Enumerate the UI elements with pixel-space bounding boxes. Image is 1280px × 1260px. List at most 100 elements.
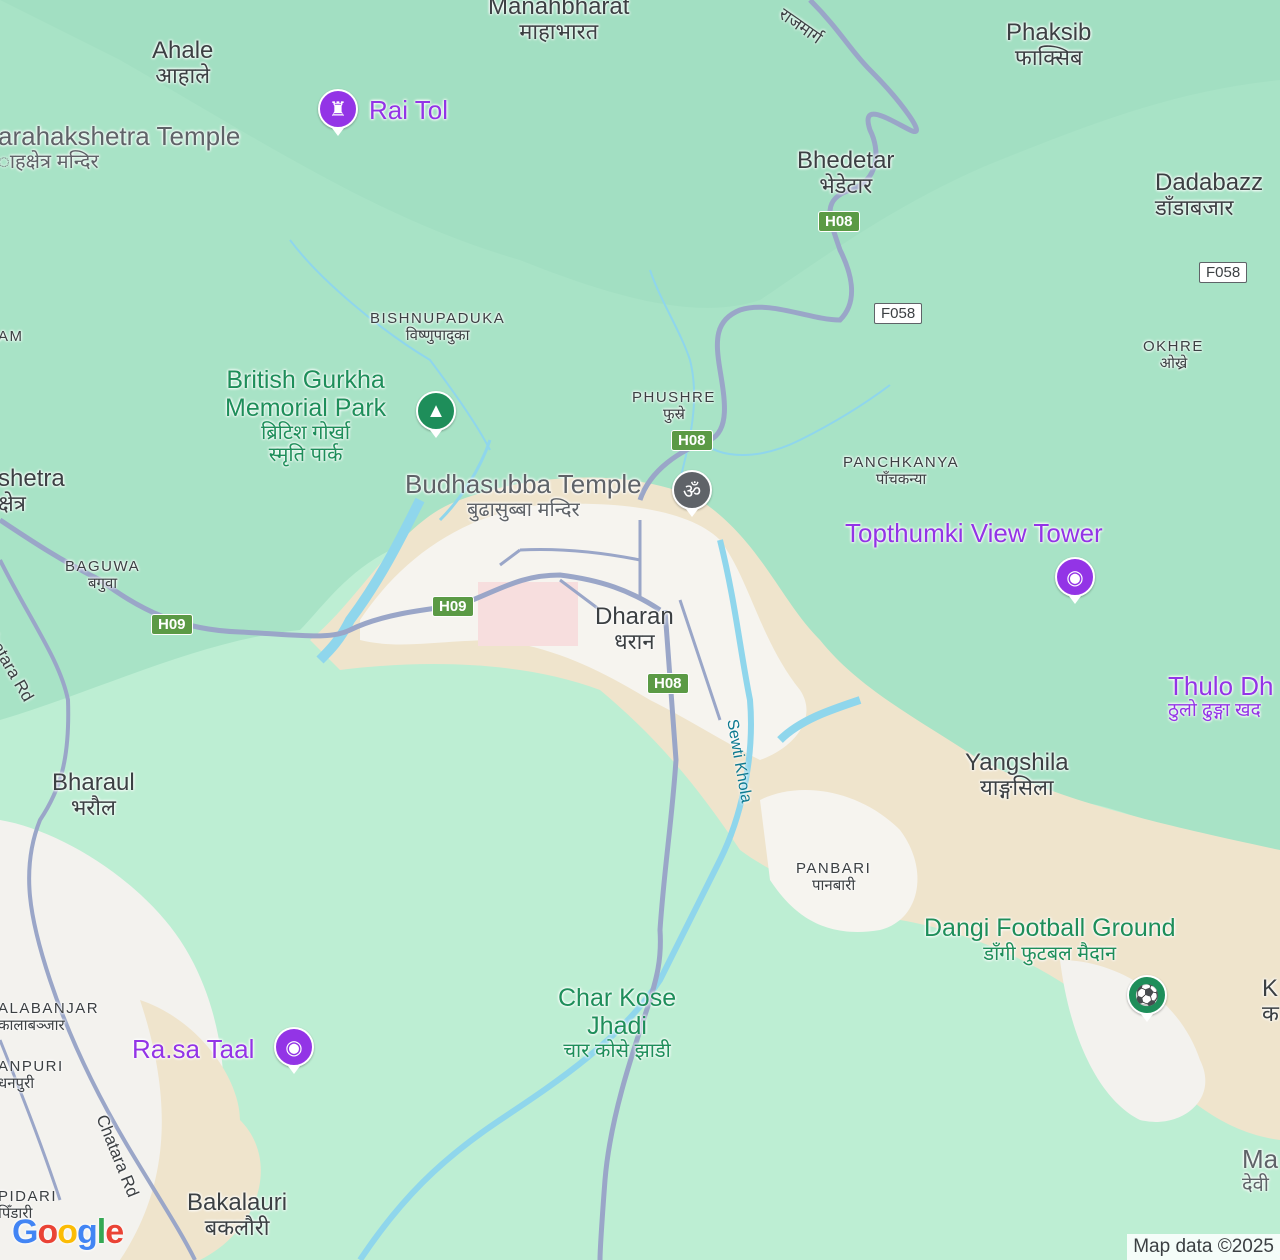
poi-label-mai[interactable]: Ma देवी xyxy=(1242,1145,1278,1196)
camera-icon: ◉ xyxy=(1066,566,1084,589)
locality-name-dev: फुस्रे xyxy=(663,405,685,423)
road-shield-f058: F058 xyxy=(874,303,923,324)
place-dadabazar: Dadabazz डाँडाबजार xyxy=(1155,169,1264,221)
poi-name: arahakshetra Temple xyxy=(0,121,241,151)
poi-label-budhasubba[interactable]: Budhasubba Temple बुढासुब्बा मन्दिर xyxy=(405,470,642,521)
poi-label-dangi-football[interactable]: Dangi Football Ground डाँगी फुटबल मैदान xyxy=(924,914,1176,965)
poi-name-dev: देवी xyxy=(1242,1173,1269,1196)
poi-name: Topthumki View Tower xyxy=(845,518,1103,548)
poi-name: Char Kose xyxy=(558,984,677,1012)
locality-name: PANCHKANYA xyxy=(843,454,960,471)
locality-panbari: PANBARI पानबारी xyxy=(796,860,872,894)
poi-name-dev: ठुलो ढुङ्गा खद xyxy=(1168,699,1261,721)
poi-label-thulo-dhunga[interactable]: Thulo Dh ठुलो ढुङ्गा खद xyxy=(1168,672,1274,721)
locality-name-dev: धनपुरी xyxy=(0,1074,35,1092)
camera-icon: ◉ xyxy=(285,1036,303,1059)
locality-name: PHUSHRE xyxy=(632,389,716,406)
road-shield-f058: F058 xyxy=(1199,262,1248,283)
map-attribution[interactable]: Map data ©2025 xyxy=(1127,1234,1280,1260)
place-kshetra: shetra क्षेत्र xyxy=(0,465,65,517)
highway-shield-h08: H08 xyxy=(818,211,860,232)
poi-label-char-kose[interactable]: Char Kose Jhadi चार कोसे झाडी xyxy=(558,984,677,1062)
locality-name: ANPURI xyxy=(0,1058,64,1075)
locality-phushre: PHUSHRE फुस्रे xyxy=(632,389,716,423)
poi-pin-rasa-taal[interactable]: ◉ xyxy=(274,1027,314,1074)
locality-name-dev: कालाबञ्जार xyxy=(0,1016,65,1034)
poi-label-gurkha-park[interactable]: British Gurkha Memorial Park ब्रिटिश गोर… xyxy=(225,366,387,466)
poi-name: Memorial Park xyxy=(225,393,387,422)
locality-name: PIDARI xyxy=(0,1188,58,1205)
tree-icon: ▲ xyxy=(426,399,446,422)
locality-baguwa: BAGUWA बगुवा xyxy=(65,558,141,592)
locality-panchkanya: PANCHKANYA पाँचकन्या xyxy=(843,454,960,488)
place-name-dev: माहाभारत xyxy=(519,19,599,45)
place-bharaul: Bharaul भरौल xyxy=(52,769,135,821)
om-icon: ॐ xyxy=(682,480,702,503)
poi-name-dev: ब्रिटिश गोर्खा xyxy=(261,422,351,444)
poi-pin-gurkha-park[interactable]: ▲ xyxy=(416,391,456,438)
locality-name-dev: विष्णुपादुका xyxy=(405,326,470,344)
locality-name: ALABANJAR xyxy=(0,1000,100,1017)
poi-name: Ma xyxy=(1242,1144,1279,1174)
poi-name-dev: बुढासुब्बा मन्दिर xyxy=(466,498,580,521)
locality-name: PANBARI xyxy=(796,860,872,877)
locality-am: AM xyxy=(0,328,24,346)
poi-name: British Gurkha xyxy=(226,366,385,394)
place-name-dev: आहाले xyxy=(155,63,211,89)
place-manahbharat: Manahbharat माहाभारत xyxy=(488,0,629,45)
locality-name-dev: पानबारी xyxy=(812,876,856,894)
poi-pin-rai-tol[interactable]: ♜ xyxy=(318,89,358,136)
poi-pin-topthumki[interactable]: ◉ xyxy=(1055,557,1095,604)
place-name-dev: क्षेत्र xyxy=(0,491,26,517)
highway-shield-h08: H08 xyxy=(671,430,713,451)
stadium-icon: ⚽ xyxy=(1134,984,1160,1007)
locality-name: BAGUWA xyxy=(65,558,141,575)
locality-name-dev: ओख्रे xyxy=(1159,354,1188,372)
place-name: Manahbharat xyxy=(488,0,630,20)
poi-name: Thulo Dh xyxy=(1168,671,1274,701)
locality-name-dev: पाँचकन्या xyxy=(875,470,927,488)
poi-name: Dangi Football Ground xyxy=(924,914,1176,942)
highway-shield-h08: H08 xyxy=(647,673,689,694)
poi-name: Jhadi xyxy=(587,1011,647,1040)
place-ahale: Ahale आहाले xyxy=(152,37,214,89)
locality-name: BISHNUPADUKA xyxy=(370,310,506,327)
locality-dhanpuri: ANPURI धनपुरी xyxy=(0,1058,64,1092)
place-name: Bhedetar xyxy=(797,147,895,174)
poi-label-topthumki[interactable]: Topthumki View Tower xyxy=(845,519,1103,548)
place-name-dev: धरान xyxy=(614,629,655,655)
place-name: Phaksib xyxy=(1006,19,1092,46)
place-bhedetar: Bhedetar भेडेटार xyxy=(797,147,895,199)
poi-label-k[interactable]: K क xyxy=(1262,975,1279,1027)
place-name-dev: फाक्सिब xyxy=(1014,45,1083,71)
place-name: Yangshila xyxy=(965,749,1069,776)
place-name-dev: याङ्गसिला xyxy=(980,775,1054,801)
locality-name: AM xyxy=(0,328,24,345)
poi-label-rai-tol[interactable]: Rai Tol xyxy=(369,96,448,125)
place-name-dev: भरौल xyxy=(70,795,116,821)
place-name: Bakalauri xyxy=(187,1189,288,1216)
locality-okhre: OKHRE ओख्रे xyxy=(1143,338,1204,372)
place-phaksib: Phaksib फाक्सिब xyxy=(1006,19,1092,71)
locality-name-dev: बगुवा xyxy=(87,574,118,592)
poi-name-dev: चार कोसे झाडी xyxy=(563,1040,671,1062)
poi-pin-budhasubba[interactable]: ॐ xyxy=(672,470,712,517)
highway-shield-h09: H09 xyxy=(432,596,474,617)
castle-icon: ♜ xyxy=(329,98,347,121)
poi-label-varahakshetra[interactable]: arahakshetra Temple ाहक्षेत्र मन्दिर xyxy=(0,122,240,173)
place-name: Ahale xyxy=(152,37,214,64)
place-name: Dadabazz xyxy=(1155,169,1264,196)
place-bakalauri: Bakalauri बकलौरी xyxy=(187,1189,288,1241)
poi-pin-dangi-football[interactable]: ⚽ xyxy=(1127,975,1167,1022)
poi-name-dev: क xyxy=(1262,1001,1279,1027)
poi-name-dev: ाहक्षेत्र मन्दिर xyxy=(0,150,99,173)
poi-name-dev: डाँगी फुटबल मैदान xyxy=(983,942,1117,965)
highway-shield-h09: H09 xyxy=(151,614,193,635)
poi-name-dev: स्मृति पार्क xyxy=(268,444,343,466)
poi-name: Rai Tol xyxy=(369,95,449,125)
place-dharan: Dharan धरान xyxy=(595,603,674,655)
poi-name: Ra.sa Taal xyxy=(132,1034,255,1064)
locality-bishnupaduka: BISHNUPADUKA विष्णुपादुका xyxy=(370,310,506,344)
poi-label-rasa-taal[interactable]: Ra.sa Taal xyxy=(132,1035,254,1064)
place-name-dev: डाँडाबजार xyxy=(1155,195,1234,221)
